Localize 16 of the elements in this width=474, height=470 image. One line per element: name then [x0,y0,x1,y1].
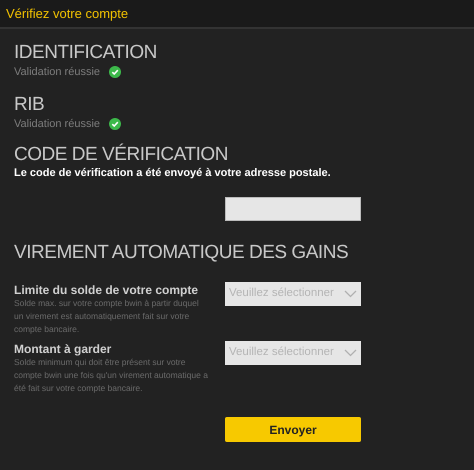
code-input-field[interactable] [225,197,361,221]
section-heading: IDENTIFICATION [14,43,158,63]
chevron-down-icon [344,349,357,357]
field-description: Solde max. sur votre compte bwin à partir duquel un virement est automatiquement fait sur votre compte bancaire. [14,297,200,336]
info-message: Le code de vérification a été envoyé à votre adresse postale. [14,166,332,180]
status-text: Validation réussie [14,116,100,132]
page-title: Vérifiez votre compte [6,4,128,23]
field-description: Solde minimum qui doit être présent sur votre compte bwin une fois qu'un virement automatique a été fait sur votre compte bancaire. [14,356,208,395]
chevron-down-icon [344,290,357,298]
section-heading: VIREMENT AUTOMATIQUE DES GAINS [14,242,350,264]
section-heading: RIB [14,94,46,114]
field-label: Montant à garder [14,342,112,356]
section-heading: CODE DE VÉRIFICATION [14,144,229,166]
submit-button[interactable]: Envoyer [225,417,361,442]
status-text: Validation réussie [14,65,100,80]
field-label: Limite du solde de votre compte [14,283,200,297]
